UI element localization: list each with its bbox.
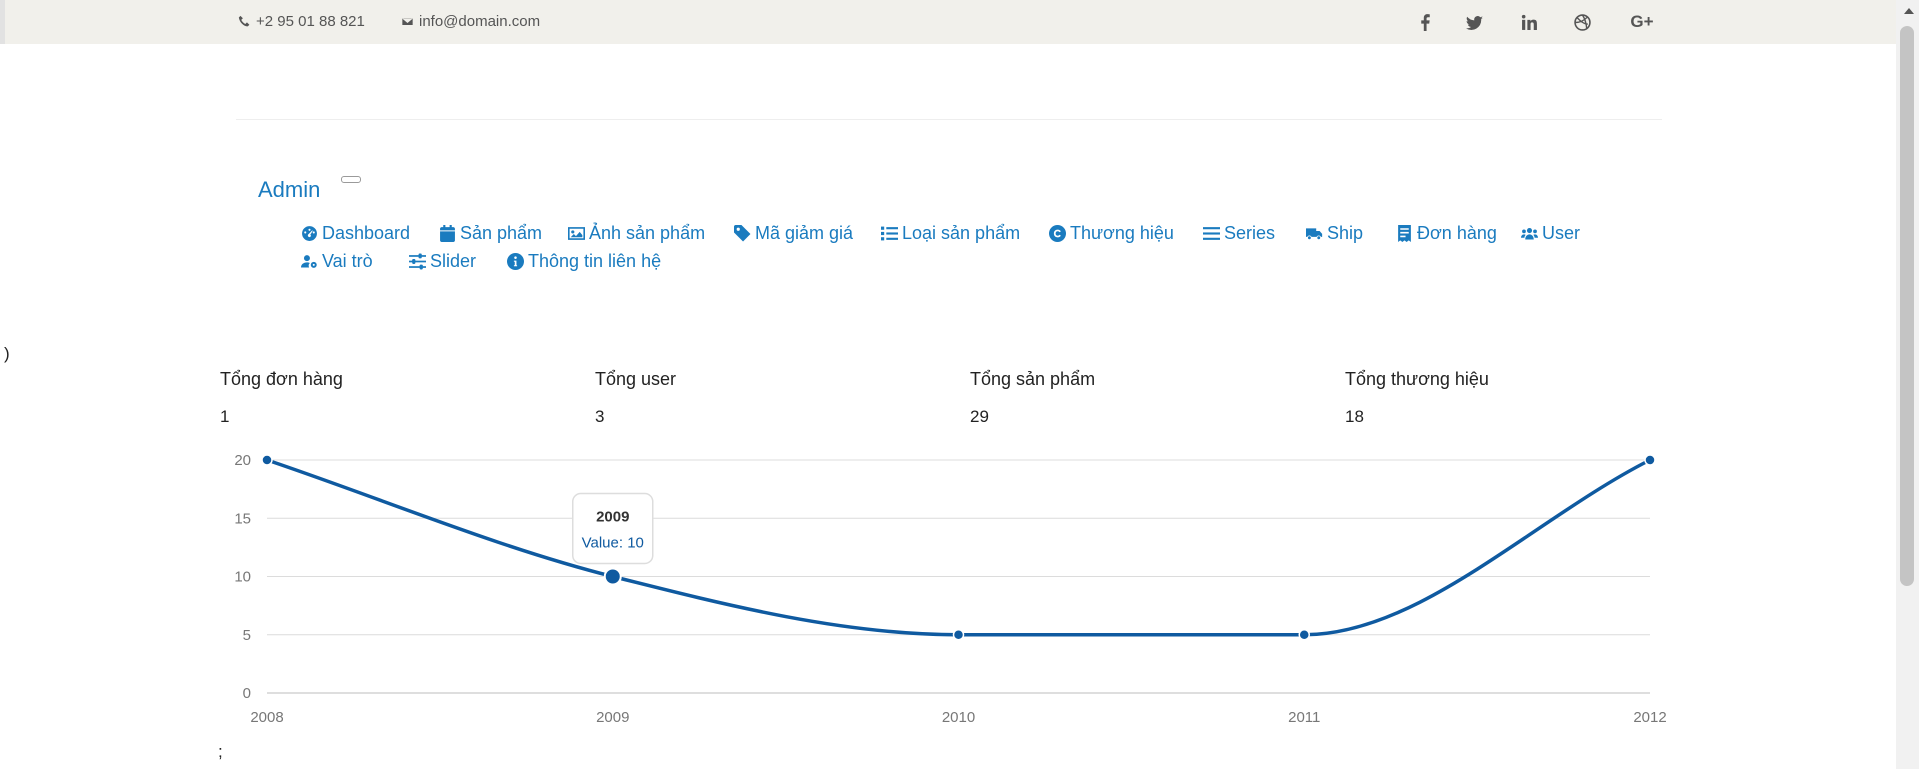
series-line — [266, 458, 1651, 637]
tooltip-title: 2009 — [596, 509, 629, 526]
line-chart[interactable]: 0 5 10 15 20 2008 2009 2010 2011 2012 2009 Value: 1… — [0, 0, 1896, 769]
y-tick-label: 0 — [243, 685, 251, 702]
scroll-thumb[interactable] — [1900, 26, 1914, 586]
x-tick-label: 2009 — [596, 709, 629, 726]
y-tick-label: 10 — [234, 569, 251, 586]
x-tick-label: 2012 — [1633, 709, 1666, 726]
x-tick-label: 2011 — [1288, 709, 1320, 726]
scroll-up-arrow-icon[interactable] — [1904, 8, 1914, 14]
data-point — [1644, 454, 1656, 466]
stray-semicolon: ; — [218, 742, 223, 761]
data-point — [261, 454, 273, 466]
data-point — [1298, 629, 1310, 641]
tooltip-value: Value: 10 — [582, 535, 644, 552]
y-tick-label: 15 — [234, 510, 251, 527]
x-tick-label: 2008 — [250, 709, 283, 726]
tooltip-box — [572, 492, 654, 565]
y-tick-label: 20 — [234, 452, 251, 469]
x-tick-label: 2010 — [942, 709, 975, 726]
data-point — [603, 567, 622, 586]
y-tick-label: 5 — [243, 627, 251, 644]
data-point — [952, 629, 965, 641]
